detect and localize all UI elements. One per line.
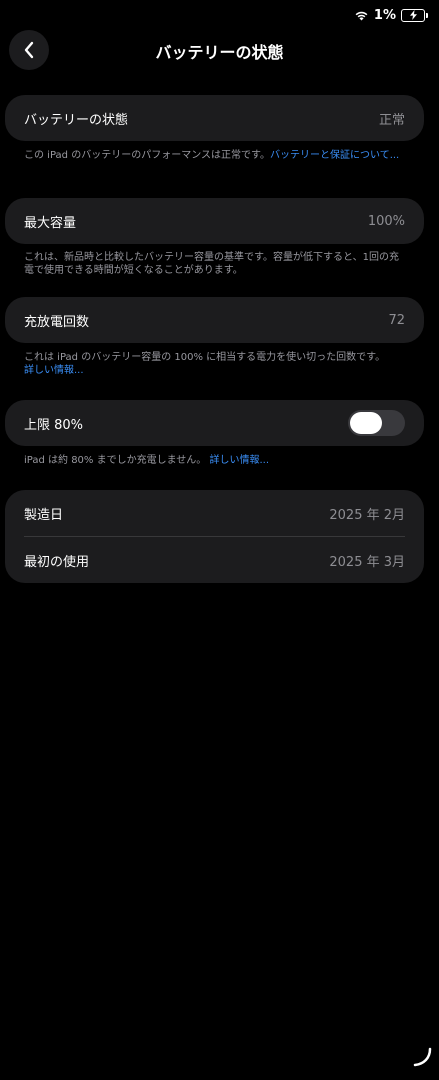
first-use-row: 最初の使用 2025 年 3月 bbox=[5, 537, 424, 583]
page-title: バッテリーの状態 bbox=[155, 43, 284, 62]
cycle-count-label: 充放電回数 bbox=[24, 314, 90, 330]
charge-limit-card: 上限 80% bbox=[5, 400, 424, 446]
cycle-count-footnote: これは iPad のバッテリー容量の 100% に相当する電力を使い切った回数で… bbox=[24, 351, 404, 377]
battery-warranty-link[interactable]: バッテリーと保証について... bbox=[270, 150, 399, 161]
cycle-count-row: 充放電回数 72 bbox=[5, 297, 424, 343]
first-use-value: 2025 年 3月 bbox=[329, 554, 405, 570]
charge-limit-footnote-text: iPad は約 80% までしか充電しません。 bbox=[24, 455, 207, 466]
battery-health-footnote-text: この iPad のバッテリーのパフォーマンスは正常です。 bbox=[24, 150, 270, 161]
max-capacity-row: 最大容量 100% bbox=[5, 198, 424, 244]
manufacture-date-row: 製造日 2025 年 2月 bbox=[5, 490, 424, 536]
charge-limit-row: 上限 80% bbox=[5, 400, 424, 446]
max-capacity-card: 最大容量 100% bbox=[5, 198, 424, 244]
battery-health-row: バッテリーの状態 正常 bbox=[5, 95, 424, 141]
manufacture-date-label: 製造日 bbox=[24, 507, 64, 523]
charge-limit-toggle[interactable] bbox=[348, 410, 405, 436]
cycle-count-more-info-link[interactable]: 詳しい情報... bbox=[24, 365, 84, 376]
battery-health-label: バッテリーの状態 bbox=[24, 112, 129, 128]
battery-health-value: 正常 bbox=[378, 112, 405, 128]
cycle-count-value: 72 bbox=[388, 312, 405, 328]
battery-health-card: バッテリーの状態 正常 bbox=[5, 95, 424, 141]
battery-percent: 1% bbox=[373, 7, 396, 23]
status-bar: 1% bbox=[354, 6, 428, 24]
max-capacity-label: 最大容量 bbox=[24, 215, 77, 231]
charge-limit-footnote: iPad は約 80% までしか充電しません。 詳しい情報... bbox=[24, 454, 404, 467]
first-use-label: 最初の使用 bbox=[24, 554, 90, 570]
cycle-count-card: 充放電回数 72 bbox=[5, 297, 424, 343]
charge-limit-label: 上限 80% bbox=[24, 417, 84, 433]
max-capacity-footnote-text: これは、新品時と比較したバッテリー容量の基準です。容量が低下すると、1回の充電で… bbox=[24, 252, 399, 276]
max-capacity-footnote: これは、新品時と比較したバッテリー容量の基準です。容量が低下すると、1回の充電で… bbox=[24, 251, 404, 277]
navigation-bar: バッテリーの状態 bbox=[0, 30, 439, 70]
manufacture-date-value: 2025 年 2月 bbox=[329, 507, 405, 523]
charge-limit-more-info-link[interactable]: 詳しい情報... bbox=[210, 455, 270, 466]
dates-card: 製造日 2025 年 2月 最初の使用 2025 年 3月 bbox=[5, 490, 424, 583]
resize-corner-icon bbox=[411, 1046, 433, 1072]
toggle-knob bbox=[350, 412, 382, 434]
battery-charging-icon bbox=[401, 8, 428, 22]
wifi-icon bbox=[354, 9, 369, 21]
battery-health-footnote: この iPad のバッテリーのパフォーマンスは正常です。バッテリーと保証について… bbox=[24, 149, 404, 162]
cycle-count-footnote-text: これは iPad のバッテリー容量の 100% に相当する電力を使い切った回数で… bbox=[24, 352, 386, 363]
max-capacity-value: 100% bbox=[367, 213, 405, 229]
